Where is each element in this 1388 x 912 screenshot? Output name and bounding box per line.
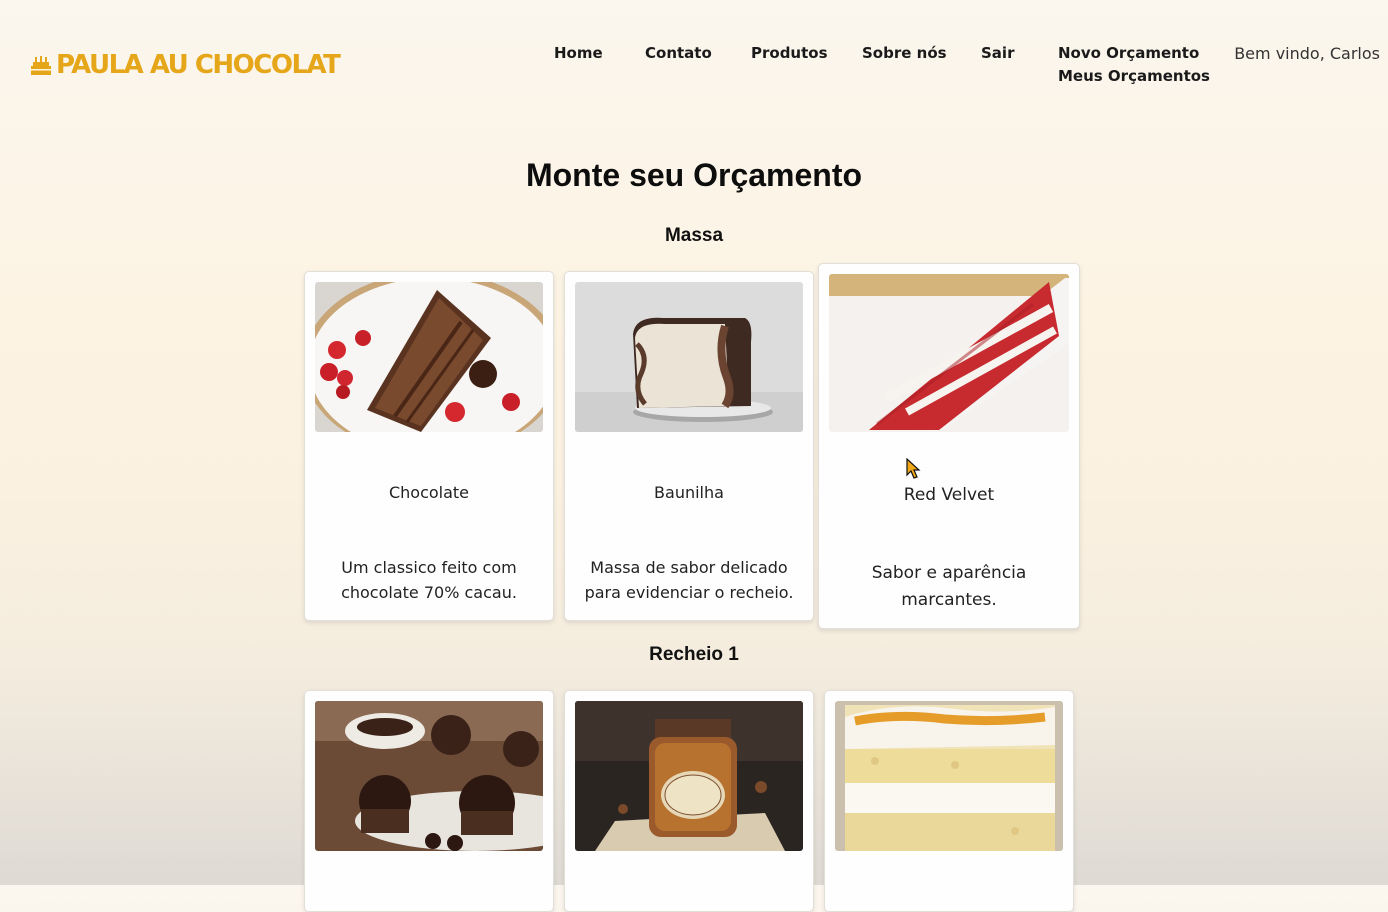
orcamento-menu: Novo Orçamento Meus Orçamentos: [1058, 44, 1210, 85]
red-velvet-cake-slice-image: [829, 274, 1069, 432]
brand-logo[interactable]: PAULA AU CHOCOLAT: [30, 50, 341, 80]
option-card-coco[interactable]: [824, 690, 1074, 912]
option-card-brigadeiro[interactable]: [304, 690, 554, 912]
mouse-pointer-icon: [906, 458, 921, 479]
site-header: PAULA AU CHOCOLAT Home Contato Produtos …: [0, 0, 1388, 110]
chocolate-cake-slice-image: [315, 282, 543, 432]
option-card-red-velvet[interactable]: Red Velvet Sabor e aparência marcantes.: [818, 263, 1080, 629]
vanilla-marble-cake-slice-image: [575, 282, 803, 432]
coconut-cake-slice-image: [835, 701, 1063, 851]
nav-home-link[interactable]: Home: [554, 44, 603, 62]
nav-meus-orcamentos-link[interactable]: Meus Orçamentos: [1058, 67, 1210, 85]
cake-icon: [31, 56, 51, 75]
option-card-doce-de-leite[interactable]: [564, 690, 814, 912]
option-name: Baunilha: [654, 483, 724, 502]
option-card-baunilha[interactable]: Baunilha Massa de sabor delicado para ev…: [564, 271, 814, 621]
doce-de-leite-jar-image: [575, 701, 803, 851]
nav-sobre-link[interactable]: Sobre nós: [862, 44, 947, 62]
nav-contato-link[interactable]: Contato: [645, 44, 712, 62]
brigadeiro-truffles-image: [315, 701, 543, 851]
option-description: Massa de sabor delicado para evidenciar …: [584, 558, 794, 602]
option-description: Sabor e aparência marcantes.: [871, 563, 1027, 610]
section-title-recheio-1: Recheio 1: [649, 644, 739, 665]
section-title-massa: Massa: [664, 225, 724, 246]
option-name: Chocolate: [388, 483, 470, 502]
option-description: Um classico feito com chocolate 70% caca…: [341, 558, 517, 602]
nav-produtos-link[interactable]: Produtos: [751, 44, 828, 62]
page-title: Monte seu Orçamento: [525, 157, 863, 193]
welcome-message: Bem vindo, Carlos: [1234, 44, 1380, 63]
option-card-chocolate[interactable]: Chocolate Um classico feito com chocolat…: [304, 271, 554, 621]
nav-novo-orcamento-link[interactable]: Novo Orçamento: [1058, 44, 1210, 62]
option-name: Red Velvet: [903, 485, 995, 505]
brand-name: PAULA AU CHOCOLAT: [56, 50, 341, 80]
nav-sair-link[interactable]: Sair: [981, 44, 1014, 62]
